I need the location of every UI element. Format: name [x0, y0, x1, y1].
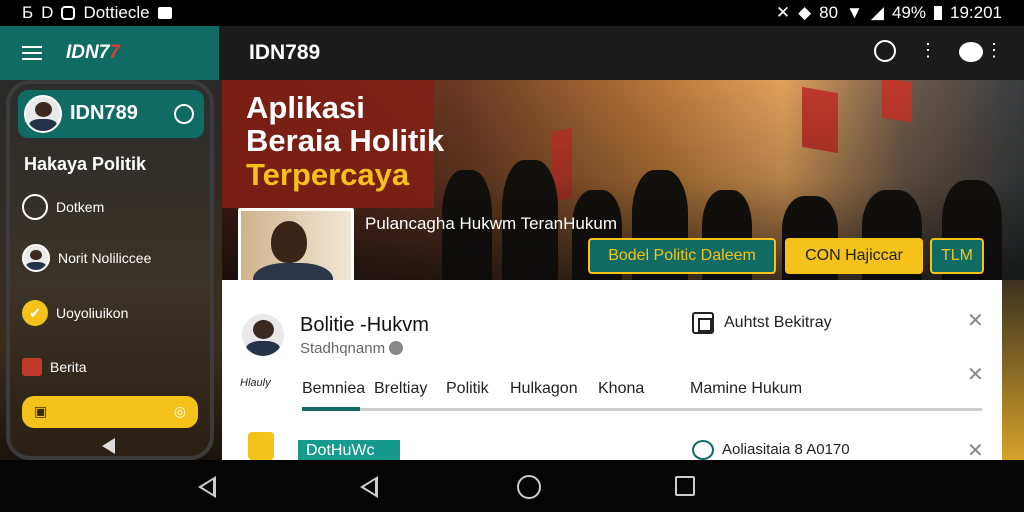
drawer-item-label: Dotkem — [56, 199, 105, 215]
nav-home-icon[interactable] — [517, 475, 541, 499]
app-bar: IDN789 ⋮ ⋮ — [219, 26, 1024, 80]
chat-icon[interactable] — [959, 42, 983, 62]
mute-icon: ✕ — [775, 3, 791, 22]
card-title: Bolitie -Hukvm — [300, 314, 429, 336]
tab-politik[interactable]: Politik — [446, 380, 489, 398]
hero-portrait — [238, 208, 354, 280]
search-icon[interactable] — [874, 40, 896, 62]
status-right: ✕ ◆ 80 ▼ ◢ 49% 19:201 — [776, 3, 1002, 23]
menu-icon[interactable] — [22, 46, 42, 60]
hero-button-hajiccar[interactable]: CON Hajiccar — [785, 238, 923, 274]
drawer-heading: Hakaya Politik — [24, 154, 147, 174]
drawer-brand: IDN789 — [70, 102, 138, 124]
refresh-icon[interactable] — [174, 104, 194, 124]
tab-active-indicator — [302, 407, 360, 411]
tag-icon — [22, 194, 48, 220]
right-edge-panel — [1002, 280, 1024, 460]
lock-icon — [389, 341, 404, 355]
signal-icon: ◢ — [870, 3, 884, 22]
app-title: IDN789 — [249, 41, 321, 64]
status-left: Б D Dottiecle — [22, 3, 172, 23]
app-logo: IDN77 — [66, 42, 120, 63]
chat-bubble-icon: ◎ — [173, 403, 186, 419]
card-subtitle: Stadhqnanm — [300, 340, 404, 357]
tab-divider — [302, 408, 982, 411]
avatar — [240, 312, 286, 358]
drawer-header: IDN789 — [18, 90, 204, 138]
nav-back-icon-2[interactable] — [360, 476, 378, 498]
status-bar: Б D Dottiecle ✕ ◆ 80 ▼ ◢ 49% 19:201 — [0, 0, 1024, 26]
gallery-icon — [157, 7, 172, 19]
clock: 19:201 — [950, 3, 1002, 22]
system-nav-bar — [0, 460, 1024, 512]
tab-bemniea[interactable]: Bemniea — [302, 380, 365, 398]
more-vert-icon-2[interactable]: ⋮ — [985, 40, 1003, 61]
drawer-item-dotkem[interactable]: Dotkem — [22, 194, 104, 220]
instagram-icon — [61, 6, 76, 20]
bag-icon: ▣ — [34, 403, 48, 419]
drawer-item-norit[interactable]: Norit Noliliccee — [22, 244, 151, 272]
bag-icon[interactable] — [248, 432, 274, 460]
hero-title-line-3: Terpercaya — [246, 157, 410, 192]
footer-text: Aoliasitaia 8 A0170 — [722, 441, 850, 458]
hero-banner: Aplikasi Beraia Holitik Terpercaya Pulan… — [222, 80, 1024, 280]
content-card: Bolitie -Hukvm Stadhqnanm Auhtst Bekitra… — [222, 280, 1002, 464]
avatar-icon — [22, 244, 50, 272]
hero-button-politic[interactable]: Bodel Politic Daleem — [588, 238, 776, 274]
tab-khona[interactable]: Khona — [598, 380, 644, 398]
drawer-item-label: Berita — [50, 359, 87, 375]
hero-button-tlm[interactable]: TLM — [930, 238, 984, 274]
nav-recent-icon[interactable] — [675, 476, 695, 496]
more-vert-icon[interactable]: ⋮ — [919, 40, 937, 61]
avatar — [24, 95, 62, 133]
frame-icon[interactable] — [692, 312, 714, 334]
notification-icon: Б — [22, 3, 34, 22]
drawer-item-label: Norit Noliliccee — [58, 250, 152, 266]
back-icon[interactable] — [102, 438, 115, 454]
status-app-name: Dottiecle — [83, 3, 150, 22]
shield-icon: ◆ — [798, 3, 812, 22]
app-bar-left: IDN77 — [0, 26, 219, 80]
notification-icon-2: D — [41, 3, 54, 22]
nav-back-icon[interactable] — [198, 476, 216, 498]
close-icon[interactable]: ✕ — [967, 308, 984, 333]
drawer-action-bar[interactable]: ▣ ◎ — [22, 396, 198, 428]
battery-text: 49% — [891, 3, 926, 22]
news-icon — [22, 358, 42, 376]
drawer-item-label: Uoyoliuikon — [56, 305, 129, 321]
small-logo: Hlauly — [240, 377, 271, 389]
drawer-item-berita[interactable]: Berita — [22, 358, 87, 376]
screen: Б D Dottiecle ✕ ◆ 80 ▼ ◢ 49% 19:201 IDN7… — [0, 0, 1024, 512]
drawer-phone: IDN789 Hakaya Politik Dotkem Norit Nolil… — [6, 80, 214, 460]
chat-icon[interactable] — [692, 440, 714, 460]
tab-mamine-hukum[interactable]: Mamine Hukum — [690, 380, 802, 398]
hero-title-line-2: Beraia Holitik — [246, 123, 445, 158]
status-signal-text: 80 — [819, 3, 839, 22]
tab-breltiay[interactable]: Breltiay — [374, 380, 427, 398]
wifi-icon: ▼ — [846, 3, 863, 22]
aux-label[interactable]: Auhtst Bekitray — [724, 314, 832, 332]
tab-hulkagon[interactable]: Hulkagon — [510, 380, 578, 398]
check-icon: ✔ — [22, 300, 48, 326]
close-icon[interactable]: ✕ — [967, 362, 984, 387]
hero-subtitle: Pulancagha Hukwm TeranHukum — [365, 214, 617, 233]
battery-icon — [934, 6, 942, 20]
drawer-item-uoyoliuikon[interactable]: ✔ Uoyoliuikon — [22, 300, 128, 326]
hero-title-line-1: Aplikasi — [246, 90, 365, 125]
